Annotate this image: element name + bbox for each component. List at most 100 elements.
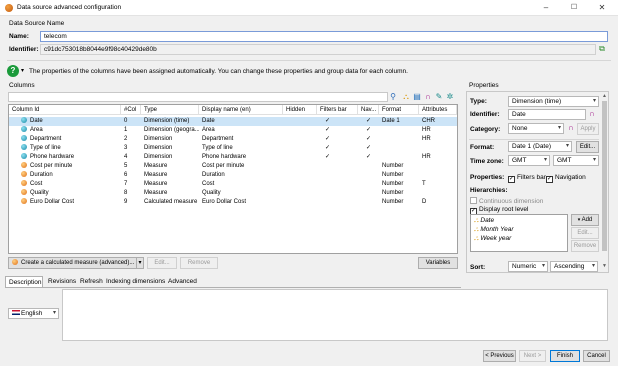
tab-advanced[interactable]: Advanced (165, 276, 197, 287)
table-row[interactable]: Duration 6 Measure Duration Number (9, 171, 457, 180)
properties-scrollbar[interactable]: ▲ ▼ (601, 93, 608, 271)
save-icon[interactable]: ▤ (413, 93, 421, 101)
table-cell-nav: ✓ (358, 153, 379, 162)
hierarchy-icon[interactable]: ⛬ (402, 93, 410, 101)
table-cell-text: ✓ (366, 118, 372, 124)
table-cell-text: Type of line (202, 145, 233, 151)
checkbox-box: ✓ (508, 176, 515, 183)
maximize-button[interactable]: ☐ (560, 1, 588, 15)
table-row[interactable]: Cost per minute 5 Measure Cost per minute Nu… (9, 162, 457, 171)
minimize-button[interactable]: – (532, 1, 560, 15)
table-cell-text: 2 (124, 136, 128, 142)
column-header[interactable]: Format (379, 105, 419, 115)
hierarchy-item[interactable]: ⛬ Week year (474, 235, 511, 243)
timezone-select-1[interactable]: GMT ▾ (508, 155, 550, 166)
tab-refresh[interactable]: Refresh (77, 276, 103, 287)
sort-order-select[interactable]: Ascending ▾ (550, 261, 598, 272)
table-row[interactable]: Euro Dollar Cost 9 Calculated measure Euro … (9, 198, 457, 207)
name-label: Name: (9, 33, 29, 40)
table-row[interactable]: Area 1 Dimension (geogra... Area ✓ ✓ HR (9, 126, 457, 135)
magnet-icon[interactable]: ∩ (424, 93, 432, 101)
copy-icon[interactable]: ⧉ (598, 45, 606, 53)
table-cell-text: Area (202, 127, 215, 133)
next-button[interactable]: Next > (519, 350, 546, 362)
dropdown-arrow-icon[interactable]: ▾ (21, 67, 24, 74)
table-cell-display: Department (199, 135, 283, 144)
add-hierarchy-button[interactable]: ▾ Add (571, 214, 599, 226)
remove-column-button[interactable]: Remove (180, 257, 218, 269)
table-cell-format (379, 144, 419, 153)
table-cell-text: Dimension (144, 154, 173, 160)
language-select[interactable]: English ▾ (8, 308, 59, 319)
category-select[interactable]: None ▾ (508, 123, 564, 134)
table-row[interactable]: Department 2 Dimension Department ✓ ✓ HR (9, 135, 457, 144)
tab-description[interactable]: Description (5, 276, 43, 287)
table-cell-text: Cost per minute (30, 163, 73, 169)
edit-column-button[interactable]: Edit... (147, 257, 177, 269)
table-row[interactable]: Quality 8 Measure Quality Number (9, 189, 457, 198)
edit-icon[interactable]: ✎ (435, 93, 443, 101)
timezone-select-2[interactable]: GMT ▾ (553, 155, 599, 166)
table-cell-text: Euro Dollar Cost (30, 199, 75, 205)
name-input[interactable]: telecom (40, 31, 608, 42)
create-dropdown-arrow-icon[interactable]: ▾ (136, 257, 144, 269)
table-cell-format (379, 153, 419, 162)
window-title: Data source advanced configuration (17, 4, 122, 11)
apply-button[interactable]: Apply (577, 123, 599, 135)
table-cell-text: HR (422, 127, 431, 133)
table-cell-display: Quality (199, 189, 283, 198)
hierarchy-item[interactable]: ⛬ Month Year (474, 226, 514, 234)
tab-revisions[interactable]: Revisions (45, 276, 77, 287)
tab-indexing-dimensions[interactable]: Indexing dimensions (103, 276, 165, 287)
scroll-up-icon[interactable]: ▲ (601, 93, 608, 99)
column-header[interactable]: Attributes (419, 105, 457, 115)
table-cell-text: Number (382, 199, 404, 205)
columns-search-input[interactable] (8, 92, 388, 102)
search-icon[interactable]: ⚲ (389, 93, 397, 101)
column-header[interactable]: Display name (en) (199, 105, 283, 115)
filters-bar-checkbox[interactable]: ✓ Filters bar (508, 174, 546, 183)
auto-icon[interactable]: ✲ (446, 93, 454, 101)
table-cell-text: Area (30, 127, 43, 133)
magnet-icon[interactable]: ∩ (588, 110, 596, 118)
previous-button[interactable]: < Previous (483, 350, 516, 362)
table-cell-col: 6 (121, 171, 141, 180)
table-row[interactable]: Type of line 3 Dimension Type of line ✓ ✓ (9, 144, 457, 153)
finish-button[interactable]: Finish (550, 350, 580, 362)
table-row[interactable]: Date 0 Dimension (time) Date ✓ ✓ Date 1 CHR (9, 117, 457, 126)
sort-type-select[interactable]: Numeric ▾ (508, 261, 548, 272)
column-header[interactable]: Column Id (9, 105, 121, 115)
navigation-checkbox[interactable]: ✓ Navigation (546, 174, 586, 183)
edit-hierarchy-button[interactable]: Edit... (571, 227, 599, 239)
format-select[interactable]: Date 1 (Date) ▾ (508, 141, 572, 152)
table-row[interactable]: Cost 7 Measure Cost Number T (9, 180, 457, 189)
table-cell-format: Number (379, 162, 419, 171)
scroll-down-icon[interactable]: ▼ (601, 263, 608, 269)
remove-hierarchy-button[interactable]: Remove (571, 240, 599, 252)
column-header[interactable]: #Col (121, 105, 141, 115)
create-calculated-measure-button[interactable]: Create a calculated measure (advanced)..… (8, 257, 144, 269)
table-row[interactable]: Phone hardware 4 Dimension Phone hardware ✓ ✓… (9, 153, 457, 162)
close-button[interactable]: ✕ (588, 1, 616, 15)
prop-identifier-input[interactable]: Date (508, 109, 586, 120)
hierarchy-item[interactable]: ⛬ Date (474, 217, 494, 225)
description-textarea[interactable] (62, 289, 608, 341)
table-cell-filters: ✓ (317, 144, 358, 153)
type-select[interactable]: Dimension (time) ▾ (508, 96, 599, 107)
variables-button[interactable]: Variables (418, 257, 458, 269)
sort-label: Sort: (470, 264, 486, 271)
table-cell-filters (317, 189, 358, 198)
sort-type-value: Numeric (512, 263, 537, 270)
continuous-dimension-checkbox[interactable]: Continuous dimension (470, 197, 543, 205)
create-calculated-measure-label: Create a calculated measure (advanced)..… (21, 260, 135, 266)
help-icon[interactable]: ? (7, 65, 19, 77)
magnet-icon[interactable]: ∩ (567, 124, 575, 132)
column-header[interactable]: Hidden (283, 105, 317, 115)
column-header[interactable]: Type (141, 105, 199, 115)
cancel-button[interactable]: Cancel (583, 350, 610, 362)
table-cell-hidden (283, 180, 317, 189)
format-edit-button[interactable]: Edit... (576, 141, 599, 153)
column-header[interactable]: Nav... (358, 105, 379, 115)
column-header[interactable]: Filters bar (317, 105, 358, 115)
scrollbar-thumb[interactable] (602, 101, 607, 251)
